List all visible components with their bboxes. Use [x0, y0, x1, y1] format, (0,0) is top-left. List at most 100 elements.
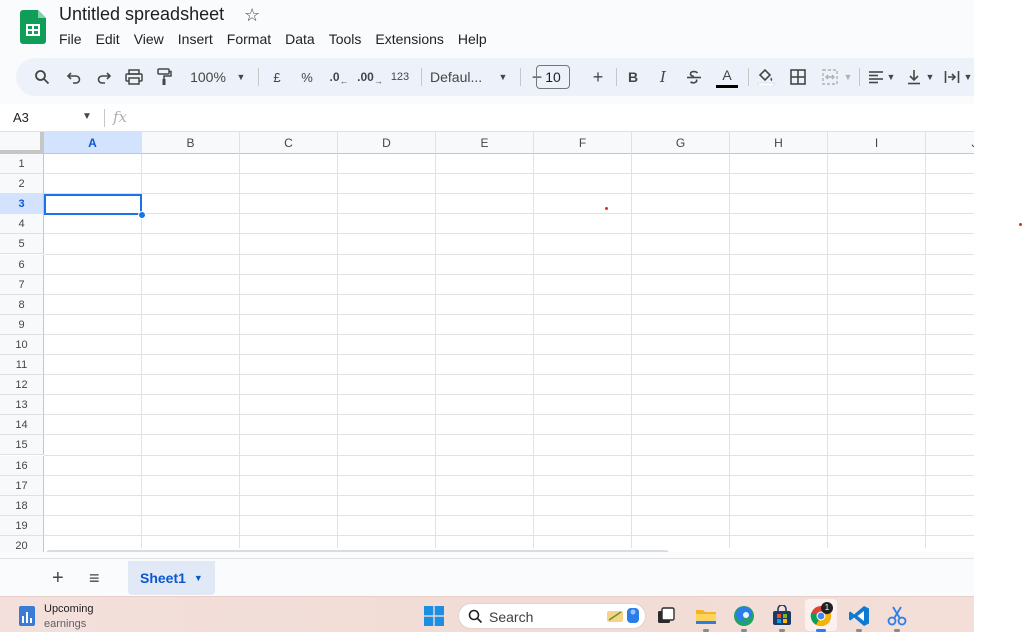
row-header-6[interactable]: 6: [0, 254, 44, 275]
print-icon[interactable]: [122, 58, 146, 96]
column-header-a[interactable]: A: [44, 132, 142, 154]
row-header-2[interactable]: 2: [0, 174, 44, 195]
row-header-17[interactable]: 17: [0, 475, 44, 496]
star-icon[interactable]: ☆: [244, 5, 260, 26]
row-header-12[interactable]: 12: [0, 375, 44, 396]
column-header-j[interactable]: J: [926, 132, 974, 154]
fill-color-icon[interactable]: [754, 58, 778, 96]
column-header-c[interactable]: C: [240, 132, 338, 154]
toolbar: 100% ▼ £ % .0 ← .00 → 123 Defaul... ▼ − + …: [16, 58, 986, 96]
currency-format-button[interactable]: £: [266, 58, 288, 96]
widget-title[interactable]: Upcoming: [44, 603, 94, 615]
strikethrough-icon[interactable]: [682, 58, 706, 96]
menu-tools[interactable]: Tools: [322, 29, 369, 49]
fill-handle[interactable]: [138, 211, 146, 219]
file-explorer-icon[interactable]: [695, 605, 717, 627]
grid-row-line: [44, 414, 974, 416]
red-dot-marker: [1019, 223, 1022, 226]
spreadsheet-grid[interactable]: ABCDEFGHIJ 12345678910111213141516171819…: [0, 132, 974, 552]
row-header-4[interactable]: 4: [0, 214, 44, 235]
row-header-7[interactable]: 7: [0, 274, 44, 295]
row-header-13[interactable]: 13: [0, 395, 44, 416]
font-dropdown-icon[interactable]: ▼: [496, 58, 510, 96]
toolbar-divider: [748, 68, 749, 86]
google-sheets-logo[interactable]: [20, 10, 46, 44]
sheet-tab-dropdown-icon[interactable]: ▼: [194, 573, 203, 583]
snipping-tool-icon[interactable]: [886, 605, 908, 627]
column-header-g[interactable]: G: [632, 132, 730, 154]
vertical-align-icon[interactable]: [904, 58, 924, 96]
text-wrapping-icon[interactable]: [942, 58, 962, 96]
font-select[interactable]: Defaul...: [430, 58, 492, 96]
menu-insert[interactable]: Insert: [171, 29, 220, 49]
borders-icon[interactable]: [786, 58, 810, 96]
row-header-3[interactable]: 3: [0, 194, 44, 215]
row-header-5[interactable]: 5: [0, 234, 44, 255]
align-dropdown-icon[interactable]: ▼: [885, 58, 897, 96]
menu-help[interactable]: Help: [451, 29, 494, 49]
zoom-dropdown-icon[interactable]: ▼: [234, 58, 248, 96]
zoom-select[interactable]: 100%: [184, 58, 232, 96]
row-header-20[interactable]: 20: [0, 535, 44, 552]
row-header-16[interactable]: 16: [0, 455, 44, 476]
valign-dropdown-icon[interactable]: ▼: [924, 58, 936, 96]
merge-dropdown-icon[interactable]: ▼: [842, 58, 854, 96]
microsoft-store-icon[interactable]: [771, 605, 793, 627]
row-header-10[interactable]: 10: [0, 334, 44, 355]
taskbar-search-box[interactable]: Search: [458, 603, 646, 629]
menu-data[interactable]: Data: [278, 29, 322, 49]
edge-browser-icon[interactable]: [733, 605, 755, 627]
increase-decimal-button[interactable]: .00 →: [356, 58, 384, 96]
italic-button[interactable]: I: [652, 58, 674, 96]
menu-format[interactable]: Format: [220, 29, 278, 49]
name-box-dropdown-icon[interactable]: ▼: [82, 111, 92, 122]
horizontal-scrollbar-thumb[interactable]: [46, 550, 669, 552]
text-color-button[interactable]: A: [714, 58, 740, 96]
sheet-tab-sheet1[interactable]: Sheet1 ▼: [128, 561, 215, 595]
font-size-input[interactable]: 10: [536, 65, 570, 89]
arrow-right-icon: →: [373, 76, 383, 86]
row-header-11[interactable]: 11: [0, 355, 44, 375]
undo-icon[interactable]: [62, 58, 86, 96]
menu-view[interactable]: View: [127, 29, 171, 49]
bold-button[interactable]: B: [622, 58, 644, 96]
increase-font-size-icon[interactable]: +: [588, 58, 608, 96]
vscode-icon[interactable]: [848, 605, 870, 627]
merge-cells-icon[interactable]: [818, 58, 842, 96]
decrease-decimal-button[interactable]: .0 ←: [326, 58, 352, 96]
row-header-14[interactable]: 14: [0, 415, 44, 436]
redo-icon[interactable]: [92, 58, 116, 96]
row-header-18[interactable]: 18: [0, 495, 44, 516]
more-formats-button[interactable]: 123: [388, 58, 412, 96]
cell-area[interactable]: [44, 154, 974, 552]
all-sheets-menu-icon[interactable]: ≡: [89, 568, 100, 589]
column-header-i[interactable]: I: [828, 132, 926, 154]
row-header-1[interactable]: 1: [0, 154, 44, 174]
wrap-dropdown-icon[interactable]: ▼: [962, 58, 974, 96]
search-menus-icon[interactable]: [30, 58, 54, 96]
select-all-corner[interactable]: [0, 132, 44, 154]
text-color-swatch: [716, 85, 738, 88]
column-header-e[interactable]: E: [436, 132, 534, 154]
name-box[interactable]: A3: [13, 110, 29, 125]
row-header-9[interactable]: 9: [0, 314, 44, 335]
percent-format-button[interactable]: %: [296, 58, 318, 96]
paint-format-icon[interactable]: [152, 58, 176, 96]
column-header-d[interactable]: D: [338, 132, 436, 154]
column-header-b[interactable]: B: [142, 132, 240, 154]
stock-widget-icon[interactable]: [19, 606, 35, 626]
add-sheet-icon[interactable]: +: [52, 567, 64, 590]
column-header-f[interactable]: F: [534, 132, 632, 154]
column-header-h[interactable]: H: [730, 132, 828, 154]
menu-extensions[interactable]: Extensions: [368, 29, 450, 49]
row-header-15[interactable]: 15: [0, 435, 44, 456]
windows-start-icon[interactable]: [424, 606, 444, 626]
horizontal-align-icon[interactable]: [866, 58, 886, 96]
document-title[interactable]: Untitled spreadsheet: [59, 4, 224, 25]
task-view-icon[interactable]: [655, 605, 677, 627]
menu-edit[interactable]: Edit: [89, 29, 127, 49]
selected-cell-a3[interactable]: [44, 194, 142, 215]
row-header-19[interactable]: 19: [0, 515, 44, 536]
row-header-8[interactable]: 8: [0, 294, 44, 315]
menu-file[interactable]: File: [52, 29, 89, 49]
